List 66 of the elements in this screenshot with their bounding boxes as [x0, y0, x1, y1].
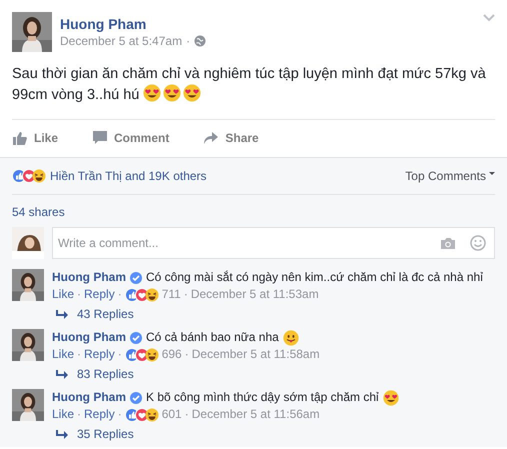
chevron-down-icon[interactable]: [483, 12, 495, 22]
caret-icon: [489, 172, 495, 176]
commenter-name[interactable]: Huong Pham: [52, 389, 126, 406]
reactions-icon: [124, 348, 159, 362]
heart-eyes-emoji-icon: [143, 84, 162, 102]
sort-dropdown[interactable]: Top Comments: [405, 169, 495, 183]
commenter-name[interactable]: Huong Pham: [52, 269, 126, 286]
heart-eyes-emoji-icon: [163, 84, 182, 102]
post-time[interactable]: December 5 at 5:47am: [60, 33, 182, 49]
share-button[interactable]: Share: [203, 126, 259, 150]
comment-text: Có cả bánh bao nữa nha: [146, 329, 279, 346]
thumbs-up-icon: [12, 130, 28, 146]
comment-time[interactable]: December 5 at 11:56am: [192, 406, 320, 423]
globe-icon: [194, 35, 206, 47]
reactions-summary[interactable]: Hiền Trần Thị and 19K others: [50, 169, 207, 183]
comment-input[interactable]: Write a comment...: [58, 236, 426, 250]
reaction-count[interactable]: 601: [162, 406, 182, 423]
verified-badge-icon: [130, 272, 142, 284]
separator-dot: ·: [77, 406, 82, 423]
post-text: Sau thời gian ăn chăm chỉ và nghiêm túc tập luyện mình đạt mức 57kg và: [12, 66, 486, 82]
comment-time[interactable]: December 5 at 11:58am: [192, 346, 320, 363]
reply-link[interactable]: Reply: [84, 286, 115, 303]
reply-arrow-icon: [55, 308, 69, 320]
separator-dot: ·: [186, 33, 190, 49]
smiley-icon[interactable]: [470, 235, 486, 251]
replies-link[interactable]: 35 Replies: [77, 426, 134, 442]
separator-dot: ·: [118, 346, 122, 363]
heart-eyes-emoji-icon: [382, 390, 399, 406]
like-button[interactable]: Like: [12, 126, 58, 150]
replies-link[interactable]: 43 Replies: [77, 306, 134, 322]
separator-dot: ·: [184, 346, 189, 363]
separator-dot: ·: [118, 286, 122, 303]
comment-text: K bõ công mình thức dậy sớm tập chăm chỉ: [146, 389, 379, 406]
camera-icon[interactable]: [440, 236, 456, 250]
reactions-icon: [124, 288, 159, 302]
reaction-count[interactable]: 711: [162, 286, 181, 303]
author-name[interactable]: Huong Pham: [60, 15, 206, 33]
separator-dot: ·: [118, 406, 122, 423]
like-link[interactable]: Like: [52, 346, 74, 363]
verified-badge-icon: [130, 392, 142, 404]
comment-box[interactable]: Write a comment...: [52, 227, 495, 259]
tongue-emoji-icon: [282, 330, 299, 346]
reactions-icon: [12, 169, 46, 183]
separator-dot: ·: [77, 286, 82, 303]
separator-dot: ·: [184, 286, 188, 303]
reactions-icon: [124, 408, 159, 422]
speech-bubble-icon: [92, 130, 108, 146]
reaction-count[interactable]: 696: [162, 346, 182, 363]
heart-eyes-emoji-icon: [183, 84, 202, 102]
replies-link[interactable]: 83 Replies: [77, 366, 134, 382]
comment-text: Có công mài sắt có ngày nên kim..cứ chăm chỉ là đc cả nhà nhỉ: [146, 269, 483, 286]
comment-button[interactable]: Comment: [92, 126, 170, 150]
reply-arrow-icon: [55, 428, 69, 440]
separator-dot: ·: [184, 406, 189, 423]
like-link[interactable]: Like: [52, 286, 74, 303]
reply-link[interactable]: Reply: [84, 406, 115, 423]
separator-dot: ·: [77, 346, 82, 363]
commenter-name[interactable]: Huong Pham: [52, 329, 126, 346]
reply-link[interactable]: Reply: [84, 346, 115, 363]
share-arrow-icon: [203, 130, 220, 146]
like-link[interactable]: Like: [52, 406, 74, 423]
reply-arrow-icon: [55, 368, 69, 380]
comment-time[interactable]: December 5 at 11:53am: [190, 286, 319, 303]
post-text: 99cm vòng 3..hú hú: [12, 87, 140, 103]
shares-link[interactable]: 54 shares: [12, 195, 495, 227]
verified-badge-icon: [130, 332, 142, 344]
